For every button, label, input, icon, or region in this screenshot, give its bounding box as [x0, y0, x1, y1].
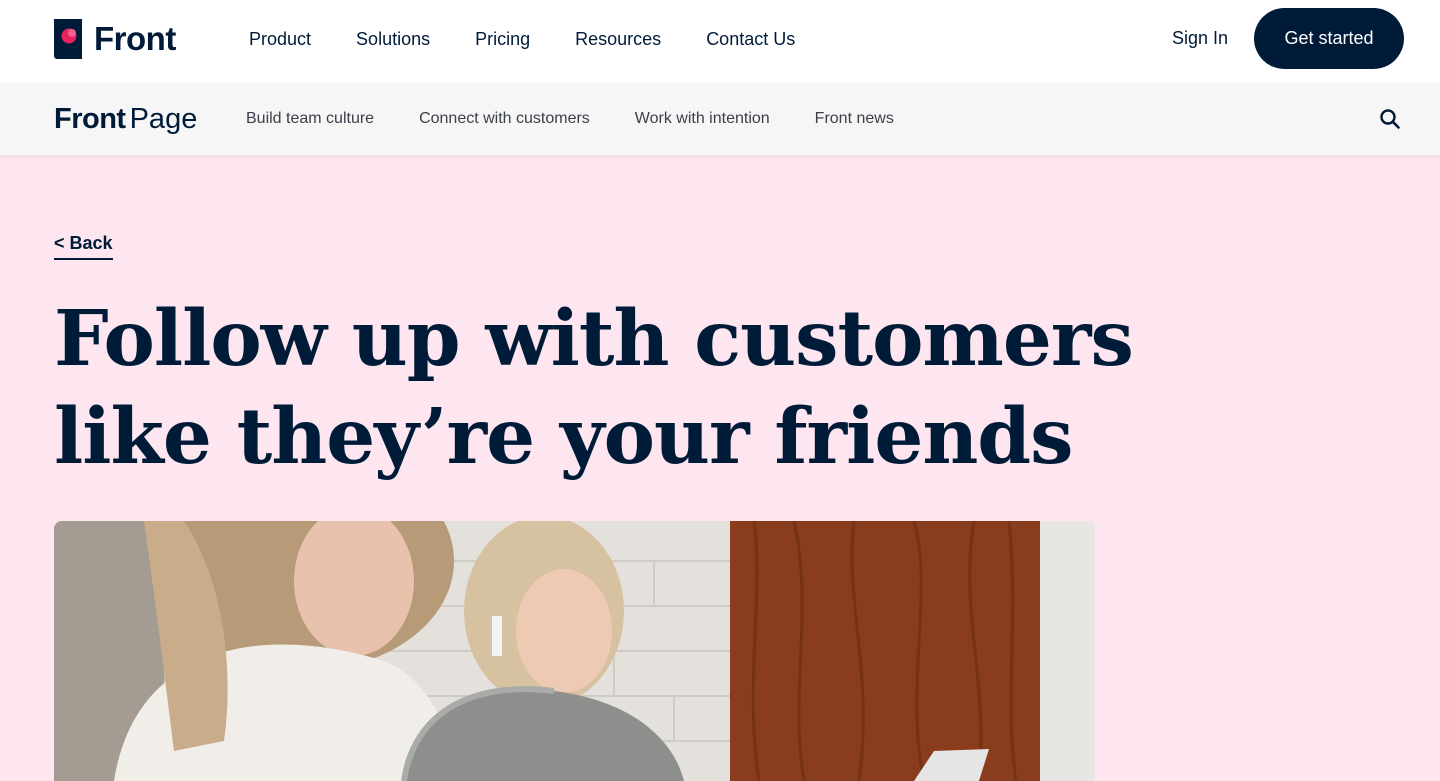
front-page-logo[interactable]: Front Page	[54, 103, 197, 135]
sign-in-link[interactable]: Sign In	[1172, 28, 1228, 49]
nav-solutions[interactable]: Solutions	[356, 29, 430, 50]
nav-contact-us[interactable]: Contact Us	[706, 29, 795, 50]
search-button[interactable]	[1378, 107, 1402, 131]
front-page-logo-light: Page	[129, 103, 198, 135]
subnav-build-team-culture[interactable]: Build team culture	[246, 110, 374, 128]
front-logo[interactable]: Front	[54, 19, 176, 59]
subnav-links: Build team culture Connect with customer…	[246, 83, 939, 155]
subnav-work-with-intention[interactable]: Work with intention	[635, 110, 770, 128]
main-nav: Product Solutions Pricing Resources Cont…	[249, 0, 840, 78]
article-hero-image	[54, 521, 1095, 781]
subnav-connect-with-customers[interactable]: Connect with customers	[419, 110, 590, 128]
top-navigation: Front Product Solutions Pricing Resource…	[0, 0, 1440, 83]
subnav-front-news[interactable]: Front news	[815, 110, 894, 128]
get-started-button[interactable]: Get started	[1254, 8, 1404, 69]
front-page-subnav: Front Page Build team culture Connect wit…	[0, 83, 1440, 155]
back-link[interactable]: < Back	[54, 232, 113, 260]
article-title: Follow up with customers like they’re yo…	[54, 294, 1134, 482]
front-page-logo-bold: Front	[54, 103, 126, 135]
nav-product[interactable]: Product	[249, 29, 311, 50]
front-logo-icon	[54, 19, 82, 59]
nav-pricing[interactable]: Pricing	[475, 29, 530, 50]
nav-resources[interactable]: Resources	[575, 29, 661, 50]
search-icon	[1380, 109, 1400, 129]
front-logo-text: Front	[94, 20, 176, 57]
